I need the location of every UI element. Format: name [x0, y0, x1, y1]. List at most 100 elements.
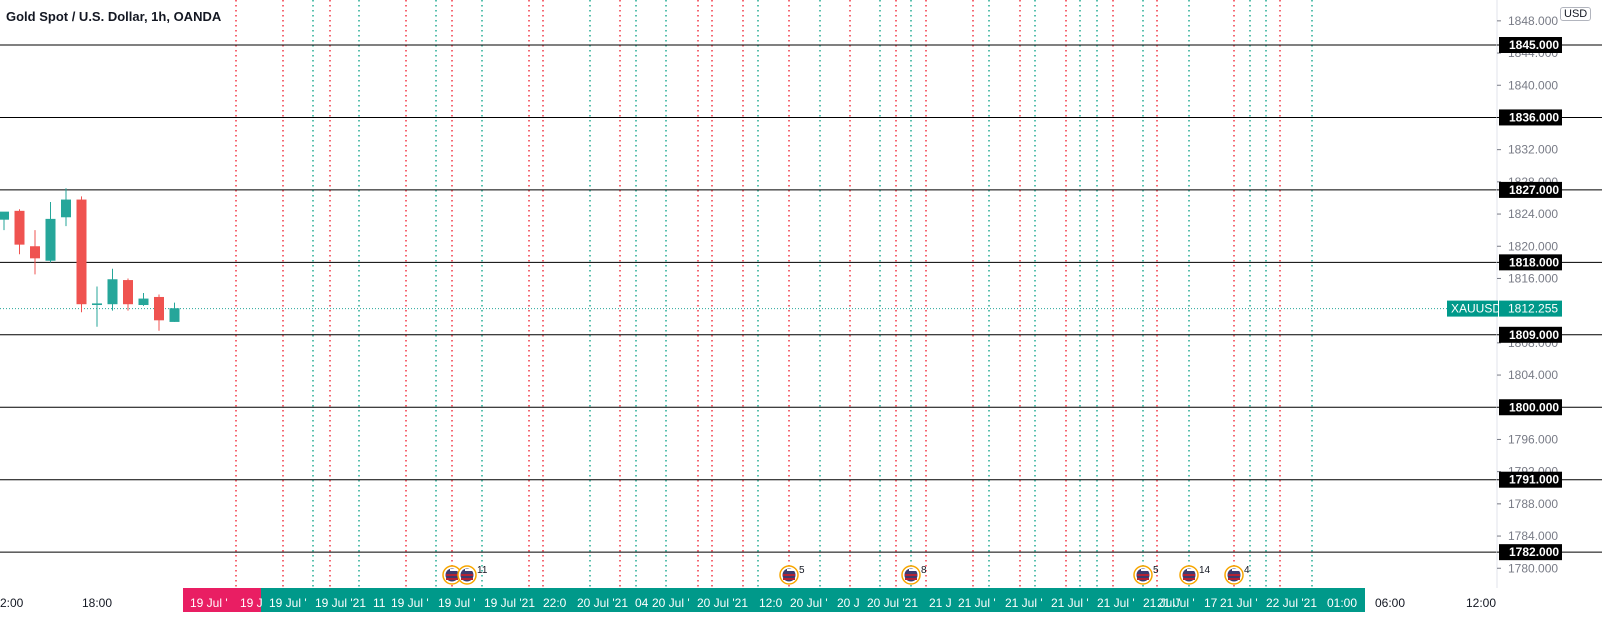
candle: [169, 302, 180, 322]
level-label: 1809.000: [1509, 328, 1559, 342]
candle: [76, 196, 87, 313]
candle: [30, 230, 40, 275]
candle-body: [123, 280, 133, 305]
economic-event-marker[interactable]: 4: [1224, 565, 1250, 585]
flag-stripe-white: [465, 569, 473, 571]
symbol-title: Gold Spot / U.S. Dollar, 1h, OANDA: [6, 9, 222, 24]
time-band-label: 19 Jul ': [438, 596, 476, 610]
candle-body: [76, 199, 87, 305]
flag-stripe-red: [1183, 574, 1195, 576]
flag-stripe-white: [450, 569, 458, 571]
time-band-label: 12:0: [759, 596, 783, 610]
horizontal-levels: [0, 44, 1602, 553]
candle: [123, 278, 133, 311]
flag-stripe-red: [1183, 578, 1195, 580]
level-label: 1836.000: [1509, 110, 1559, 124]
time-band-label: 21 Jul ': [1157, 596, 1195, 610]
flag-stripe-red: [446, 574, 458, 576]
event-count: 4: [1244, 565, 1250, 576]
candle: [154, 294, 164, 331]
time-band-label: 21 Jul ': [1051, 596, 1089, 610]
economic-event-marker[interactable]: 11: [457, 565, 488, 585]
economic-event-marker[interactable]: 5: [1133, 565, 1159, 585]
currency-button[interactable]: USD: [1560, 7, 1592, 21]
time-axis[interactable]: 19 Jul ' 19 J 19 Jul ' 19 Jul '21 11 19 Jul '…: [0, 588, 1602, 629]
time-band-label: 20 J: [837, 596, 860, 610]
flag-stripe-red: [461, 578, 473, 580]
candle: [45, 201, 56, 263]
candle: [14, 209, 25, 255]
event-count: 5: [1153, 565, 1159, 576]
time-tick-label: 2:00: [0, 596, 24, 610]
time-band-label: 01:00: [1327, 596, 1357, 610]
economic-event-marker[interactable]: 14: [1179, 565, 1211, 585]
time-band-label: 22:0: [543, 596, 567, 610]
time-band-label: 20 Jul ': [790, 596, 828, 610]
time-tick-label: 18:00: [82, 596, 112, 610]
price-tick-label: 1796.000: [1508, 432, 1558, 446]
candle-body: [154, 296, 164, 321]
level-label: 1827.000: [1509, 183, 1559, 197]
economic-event-marker[interactable]: 8: [901, 565, 927, 585]
flag-stripe-red: [783, 574, 795, 576]
price-tick-label: 1784.000: [1508, 529, 1558, 543]
price-tick-label: 1840.000: [1508, 78, 1558, 92]
candle: [61, 188, 71, 227]
flag-stripe-red: [1228, 578, 1240, 580]
symbol-label: XAUUSD: [1451, 302, 1501, 316]
time-band-label: 19 Jul ': [391, 596, 429, 610]
price-tick-label: 1780.000: [1508, 561, 1558, 575]
time-band-label: 19 Jul '21: [315, 596, 366, 610]
economic-event-marker[interactable]: 5: [779, 565, 805, 585]
event-count: 8: [921, 565, 927, 576]
chart-widget[interactable]: 11585144 1848.0001844.0001840.0001836.00…: [0, 0, 1602, 629]
time-band-label: 20 Jul '21: [577, 596, 628, 610]
time-band-label: 21 Jul ': [1097, 596, 1135, 610]
flag-stripe-white: [1141, 569, 1149, 571]
price-tick-label: 1824.000: [1508, 207, 1558, 221]
candle: [92, 286, 102, 327]
time-band-label: 21 Jul ': [1005, 596, 1043, 610]
candle: [138, 292, 149, 306]
candle-body: [30, 246, 40, 259]
time-band-label: 11: [373, 596, 386, 610]
price-tick-label: 1832.000: [1508, 143, 1558, 157]
level-label: 1818.000: [1509, 255, 1559, 269]
event-count: 5: [799, 565, 805, 576]
price-tick-label: 1820.000: [1508, 239, 1558, 253]
candle-body: [169, 308, 180, 322]
flag-stripe-red: [1137, 578, 1149, 580]
flag-stripe-white: [1187, 569, 1195, 571]
time-band-label: 19 Jul ': [190, 596, 228, 610]
price-axis[interactable]: 1848.0001844.0001840.0001836.0001832.000…: [1447, 0, 1602, 629]
flag-stripe-red: [1228, 574, 1240, 576]
event-count: 14: [1199, 565, 1211, 576]
candle-body: [61, 199, 71, 218]
price-tick-label: 1804.000: [1508, 368, 1558, 382]
time-band-label: 20 Jul '21: [867, 596, 918, 610]
candle: [0, 211, 9, 231]
flag-stripe-white: [787, 569, 795, 571]
level-label: 1845.000: [1509, 38, 1559, 52]
vertical-lines: [235, 0, 1313, 588]
chart-canvas[interactable]: 11585144 1848.0001844.0001840.0001836.00…: [0, 0, 1602, 629]
time-band-label: 17: [1204, 596, 1218, 610]
level-label: 1800.000: [1509, 400, 1559, 414]
time-band-label: 19 J: [240, 596, 263, 610]
flag-stripe-red: [783, 578, 795, 580]
candle-body: [138, 298, 149, 306]
flag-stripe-red: [905, 578, 917, 580]
time-band-label: 21 Jul ': [958, 596, 996, 610]
candle-body: [14, 210, 25, 245]
time-band-label: 19 Jul ': [269, 596, 307, 610]
flag-stripe-red: [446, 578, 458, 580]
candle: [107, 268, 118, 311]
current-price-label: 1812.255: [1508, 302, 1558, 316]
flag-stripe-red: [905, 574, 917, 576]
price-tick-label: 1848.000: [1508, 14, 1558, 28]
flag-stripe-white: [1232, 569, 1240, 571]
level-label: 1782.000: [1509, 545, 1559, 559]
price-tick-label: 1788.000: [1508, 497, 1558, 511]
economic-events: 11 5 8 5 14 4: [442, 565, 1250, 585]
flag-stripe-red: [461, 574, 473, 576]
